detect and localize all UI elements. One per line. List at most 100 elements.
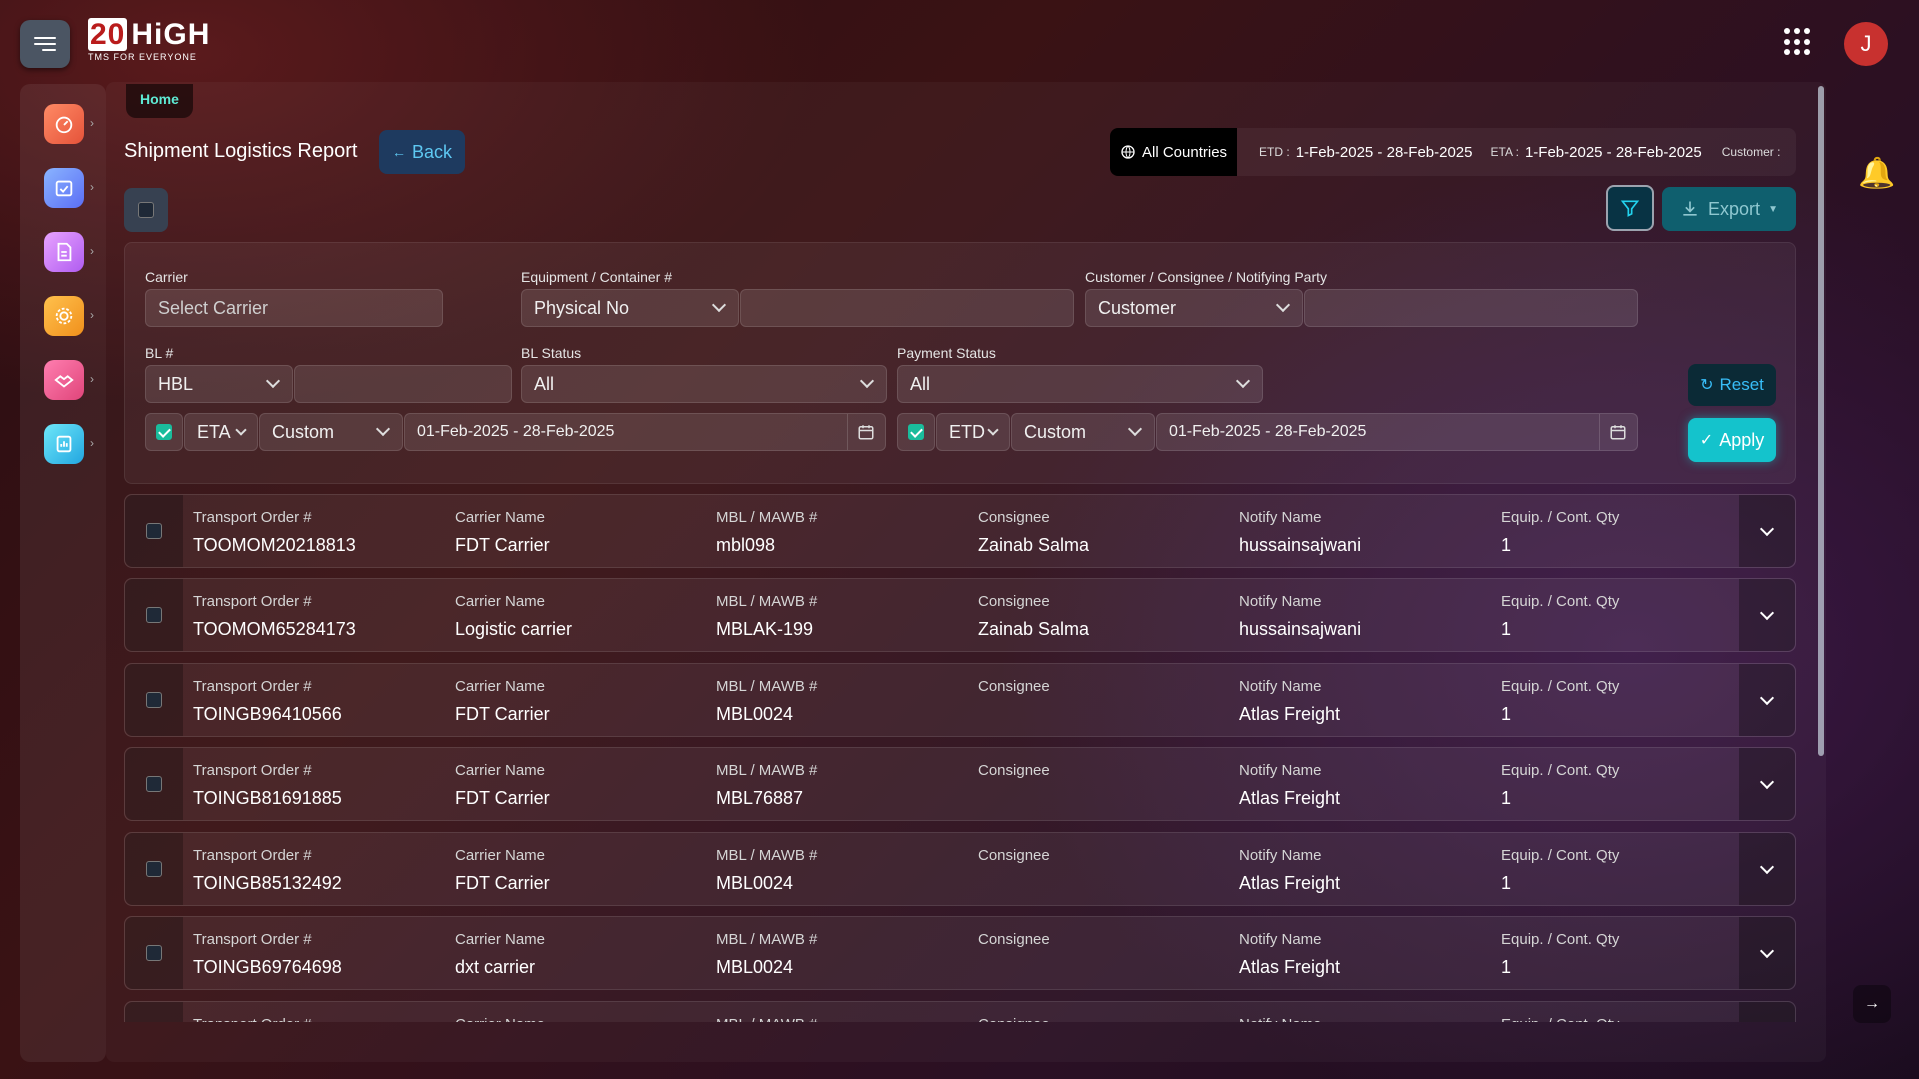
reset-button[interactable]: ↻ Reset [1688,364,1776,406]
etd-date-range-input[interactable]: 01-Feb-2025 - 28-Feb-2025 [1156,413,1638,451]
carrier-name-value: FDT Carrier [455,873,550,893]
bl-status-select[interactable]: All [521,365,887,403]
sidebar-item-schedule[interactable]: › [44,168,94,208]
breadcrumb[interactable]: Home [126,84,193,118]
party-input[interactable] [1304,289,1638,327]
app-logo[interactable]: 20 HiGH TMS FOR EVERYONE [88,18,210,62]
column-label: Transport Order # [193,678,312,695]
notify-cell: Notify Name [1239,1016,1322,1022]
row-checkbox[interactable] [146,523,162,539]
table-row[interactable]: Transport Order # TOINGB69764698 Carrier … [124,916,1796,990]
sidebar-item-dashboard[interactable]: › [44,104,94,144]
notification-bell-icon[interactable]: 🔔 [1858,156,1895,191]
column-label: Consignee [978,1016,1050,1022]
checkbox[interactable] [138,202,154,218]
chevron-right-icon: › [90,244,94,258]
table-row[interactable]: Transport Order # TOINGB96410566 Carrier … [124,663,1796,737]
etd-enable-checkbox[interactable] [897,413,935,451]
equipment-type-select[interactable]: Physical No [521,289,739,327]
expand-row-button[interactable] [1739,833,1795,905]
sidebar-item-documents[interactable]: › [44,232,94,272]
row-checkbox[interactable] [146,861,162,877]
filter-toggle-button[interactable] [1606,185,1654,231]
notify-cell: Notify Name Atlas Freight [1239,847,1340,894]
table-row[interactable]: Transport Order # TOOMOM20218813 Carrier … [124,494,1796,568]
transport-order-value[interactable]: TOINGB69764698 [193,957,342,978]
etd-field-select[interactable]: ETD [936,413,1010,451]
expand-row-button[interactable] [1739,917,1795,989]
eta-field-select[interactable]: ETA [184,413,258,451]
eta-date-range-input[interactable]: 01-Feb-2025 - 28-Feb-2025 [404,413,886,451]
transport-order-value[interactable]: TOOMOM20218813 [193,535,356,556]
row-checkbox-cell[interactable] [125,748,183,820]
row-checkbox-cell[interactable] [125,833,183,905]
expand-row-button[interactable] [1739,495,1795,567]
mbl-value: mbl098 [716,535,776,555]
country-selector[interactable]: All Countries [1110,128,1238,176]
mbl-value: MBL0024 [716,704,794,724]
chevron-down-icon [711,297,727,313]
check-icon: ✓ [1699,432,1714,449]
transport-order-value[interactable]: TOINGB81691885 [193,788,342,809]
arrow-right-icon[interactable]: → [1853,985,1891,1023]
bl-number-input[interactable] [294,365,512,403]
bl-type-select[interactable]: HBL [145,365,293,403]
expand-row-button[interactable] [1739,579,1795,651]
row-checkbox[interactable] [146,776,162,792]
transport-order-value[interactable]: TOOMOM65284173 [193,619,356,640]
row-checkbox-cell[interactable] [125,495,183,567]
column-label: Consignee [978,593,1050,610]
table-row[interactable]: Transport Order # TOINGB81691885 Carrier … [124,747,1796,821]
row-checkbox-cell[interactable] [125,579,183,651]
calendar-icon[interactable] [857,423,875,441]
transport-order-value[interactable]: TOINGB96410566 [193,704,342,725]
export-button[interactable]: Export ▼ [1662,187,1796,231]
checkbox-checked[interactable] [156,424,172,440]
eta-enable-checkbox[interactable] [145,413,183,451]
carrier-select[interactable]: Select Carrier [145,289,443,327]
transport-order-cell: Transport Order # TOINGB85132492 [193,847,342,894]
carrier-name-value: FDT Carrier [455,535,550,555]
party-type-select[interactable]: Customer [1085,289,1303,327]
calendar-icon[interactable] [1609,423,1627,441]
transport-order-value[interactable]: TOINGB85132492 [193,873,342,894]
row-checkbox-cell[interactable] [125,664,183,736]
table-row[interactable]: Transport Order # Carrier Name MBL / MAW… [124,1001,1796,1022]
row-checkbox-cell[interactable] [125,917,183,989]
column-label: Transport Order # [193,847,312,864]
row-checkbox[interactable] [146,692,162,708]
etd-summary-value: 1-Feb-2025 - 28-Feb-2025 [1295,143,1473,161]
sidebar-item-settings[interactable]: › [44,296,94,336]
back-button[interactable]: ← Back [379,130,465,174]
consignee-value: Zainab Salma [978,619,1090,639]
expand-row-button[interactable] [1739,1002,1795,1022]
notify-value: Atlas Freight [1239,957,1341,977]
sidebar-item-partners[interactable]: › [44,360,94,400]
user-avatar[interactable]: J [1844,22,1888,66]
etd-mode-value: Custom [1024,421,1087,442]
select-all-checkbox[interactable] [124,188,168,232]
mbl-value: MBLAK-199 [716,619,814,639]
eta-mode-select[interactable]: Custom [259,413,403,451]
hamburger-menu-button[interactable] [20,20,70,68]
apps-grid-icon[interactable] [1784,28,1812,56]
page-scrollbar[interactable] [1818,86,1824,756]
column-label: Consignee [978,931,1050,948]
equipment-number-input[interactable] [740,289,1074,327]
row-checkbox-cell[interactable] [125,1002,183,1022]
settings-gear-icon [55,307,73,325]
payment-status-select[interactable]: All [897,365,1263,403]
row-checkbox[interactable] [146,607,162,623]
etd-mode-select[interactable]: Custom [1011,413,1155,451]
chevron-down-icon [235,424,247,436]
checkbox-checked[interactable] [908,424,924,440]
table-row[interactable]: Transport Order # TOOMOM65284173 Carrier … [124,578,1796,652]
expand-row-button[interactable] [1739,664,1795,736]
expand-row-button[interactable] [1739,748,1795,820]
row-checkbox[interactable] [146,945,162,961]
qty-value: 1 [1501,535,1512,555]
table-row[interactable]: Transport Order # TOINGB85132492 Carrier … [124,832,1796,906]
apply-button[interactable]: ✓ Apply [1688,418,1776,462]
sidebar-item-reports[interactable]: › [44,424,94,464]
column-label: MBL / MAWB # [716,593,818,610]
